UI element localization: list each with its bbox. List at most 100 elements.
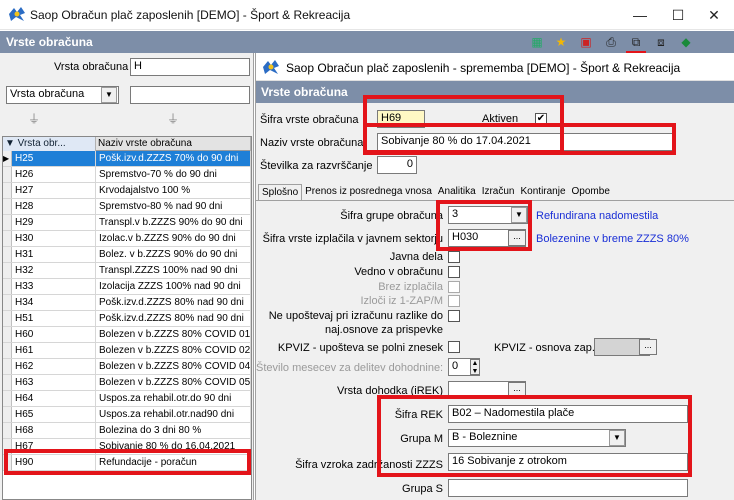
exit-door-icon[interactable]: ◆ — [678, 35, 694, 50]
row-indicator — [3, 295, 12, 310]
table-row[interactable]: H61 Bolezen v b.ZZZS 80% COVID 02 — [3, 343, 251, 359]
panel-header: Vrste obračuna — [0, 31, 734, 53]
cell-code: H68 — [12, 423, 96, 438]
highlight-naziv — [363, 123, 676, 155]
table-row[interactable]: H27 Krvodajalstvo 100 % — [3, 183, 251, 199]
tab-strip: Splošno Prenos iz posrednega vnosa Anali… — [258, 184, 613, 200]
cell-name: Izolacija ZZZS 100% nad 90 dni — [96, 279, 251, 294]
row-indicator — [3, 183, 12, 198]
javna-dela-checkbox[interactable] — [448, 251, 460, 263]
grid-body: ▶ H25 Pošk.izv.d.ZZZS 70% do 90 dni H26 Spre… — [3, 151, 251, 471]
table-row[interactable]: H63 Bolezen v b.ZZZS 80% COVID 05 — [3, 375, 251, 391]
tab-opombe[interactable]: Opombe — [569, 184, 613, 200]
row-indicator — [3, 247, 12, 262]
filter-input[interactable]: H — [130, 58, 250, 76]
close-button[interactable]: ✕ — [696, 4, 732, 26]
tab-prenos[interactable]: Prenos iz posrednega vnosa — [302, 184, 435, 200]
kpviz-polni-checkbox[interactable] — [448, 341, 460, 353]
vedno-label: Vedno v obračunu — [354, 266, 443, 278]
cell-code: H62 — [12, 359, 96, 374]
cell-code: H34 — [12, 295, 96, 310]
kpviz-lookup-button[interactable]: ... — [639, 339, 657, 355]
grupa-description: Refundirana nadomestila — [536, 210, 659, 222]
current-row-indicator-icon: ▶ — [3, 151, 12, 166]
row-indicator — [3, 279, 12, 294]
table-row[interactable]: H31 Bolez. v b.ZZZS 90% do 90 dni — [3, 247, 251, 263]
minimize-button[interactable]: — — [622, 4, 658, 26]
kpviz-polni-label: KPVIZ - upošteva se polni znesek — [277, 342, 443, 354]
tab-izracun[interactable]: Izračun — [479, 184, 518, 200]
grid-view-icon[interactable]: ▦ — [529, 35, 545, 50]
table-row[interactable]: H64 Uspos.za rehabil.otr.do 90 dni — [3, 391, 251, 407]
kpviz-osnova-label: KPVIZ - osnova zap. — [494, 342, 595, 354]
cell-name: Transpl.v b.ZZZS 90% do 90 dni — [96, 215, 251, 230]
cell-name: Bolezen v b.ZZZS 80% COVID 04 — [96, 359, 251, 374]
table-row[interactable]: H68 Bolezina do 3 dni 80 % — [3, 423, 251, 439]
edit-record-icon[interactable]: ⧈ — [653, 35, 669, 50]
row-indicator — [3, 215, 12, 230]
tab-analitika[interactable]: Analitika — [435, 184, 479, 200]
table-row[interactable]: H62 Bolezen v b.ZZZS 80% COVID 04 — [3, 359, 251, 375]
app-logo-icon — [263, 60, 279, 74]
cell-code: H51 — [12, 311, 96, 326]
column-header-name[interactable]: Naziv vrste obračuna — [96, 137, 251, 151]
highlight-grupa — [436, 200, 532, 251]
vedno-checkbox[interactable] — [448, 266, 460, 278]
records-grid[interactable]: ▼ Vrsta obr... Naziv vrste obračuna ▶ H25… — [2, 136, 252, 500]
cell-name: Uspos.za rehabil.otr.do 90 dni — [96, 391, 251, 406]
naziv-label: Naziv vrste obračuna — [260, 137, 364, 149]
cell-code: H32 — [12, 263, 96, 278]
cell-name: Pošk.izv.d.ZZZS 80% nad 90 dni — [96, 311, 251, 326]
row-indicator — [3, 375, 12, 390]
table-row[interactable]: H65 Uspos.za rehabil.otr.nad90 dni — [3, 407, 251, 423]
table-row[interactable]: H34 Pošk.izv.d.ZZZS 80% nad 90 dni — [3, 295, 251, 311]
filter-funnel-icon-2[interactable]: ⏚ — [167, 110, 179, 127]
delete-icon[interactable]: ▣ — [578, 35, 594, 50]
table-row[interactable]: H26 Spremstvo-70 % do 90 dni — [3, 167, 251, 183]
table-row[interactable]: H33 Izolacija ZZZS 100% nad 90 dni — [3, 279, 251, 295]
cell-name: Bolezen v b.ZZZS 80% COVID 01 — [96, 327, 251, 342]
favorite-star-icon[interactable]: ★ — [553, 35, 569, 50]
cell-code: H31 — [12, 247, 96, 262]
filter-field-dropdown-icon[interactable]: ▼ — [101, 87, 117, 103]
window-titlebar: Saop Obračun plač zaposlenih [DEMO] - Šp… — [0, 0, 734, 30]
table-row[interactable]: H32 Transpl.ZZZS 100% nad 90 dni — [3, 263, 251, 279]
copy-record-icon[interactable]: ⧉ — [628, 35, 644, 50]
filter-label: Vrsta obračuna — [54, 61, 129, 73]
highlight-rek-group — [377, 395, 692, 477]
cell-code: H26 — [12, 167, 96, 182]
print-icon[interactable]: ⎙ — [603, 35, 619, 50]
brez-label: Brez izplačila — [378, 281, 443, 293]
table-row[interactable]: H51 Pošk.izv.d.ZZZS 80% nad 90 dni — [3, 311, 251, 327]
grupa-s-input[interactable] — [448, 479, 688, 497]
stevilka-input[interactable]: 0 — [377, 156, 417, 174]
table-row[interactable]: H28 Spremstvo-80 % nad 90 dni — [3, 199, 251, 215]
cell-name: Krvodajalstvo 100 % — [96, 183, 251, 198]
tab-kontiranje[interactable]: Kontiranje — [518, 184, 569, 200]
izloci-checkbox[interactable] — [448, 295, 460, 307]
cell-name: Pošk.izv.d.ZZZS 70% do 90 dni — [96, 151, 251, 166]
table-row[interactable]: ▶ H25 Pošk.izv.d.ZZZS 70% do 90 dni — [3, 151, 251, 167]
cell-code: H65 — [12, 407, 96, 422]
tab-splosno[interactable]: Splošno — [258, 184, 303, 200]
ne-upostevaj-label: Ne upoštevaj pri izračunu razlike do — [268, 310, 443, 322]
row-indicator — [3, 327, 12, 342]
row-indicator — [3, 359, 12, 374]
maximize-button[interactable]: ☐ — [660, 4, 696, 26]
column-header-code[interactable]: ▼ Vrsta obr... — [3, 137, 96, 151]
row-indicator — [3, 391, 12, 406]
cell-code: H30 — [12, 231, 96, 246]
filter-criteria-input[interactable] — [130, 86, 250, 104]
table-row[interactable]: H29 Transpl.v b.ZZZS 90% do 90 dni — [3, 215, 251, 231]
dialog-title: Saop Obračun plač zaposlenih - sprememba… — [286, 61, 681, 75]
row-indicator — [3, 199, 12, 214]
grid-header: ▼ Vrsta obr... Naziv vrste obračuna — [3, 137, 251, 151]
table-row[interactable]: H30 Izolac.v b.ZZZS 90% do 90 dni — [3, 231, 251, 247]
filter-funnel-icon[interactable]: ⏚ — [28, 110, 40, 127]
ne-upostevaj-checkbox[interactable] — [448, 310, 460, 322]
row-indicator — [3, 343, 12, 358]
table-row[interactable]: H60 Bolezen v b.ZZZS 80% COVID 01 — [3, 327, 251, 343]
stevilo-spinner-icon[interactable]: ▲ ▼ — [470, 359, 480, 375]
brez-checkbox[interactable] — [448, 281, 460, 293]
cell-name: Spremstvo-80 % nad 90 dni — [96, 199, 251, 214]
